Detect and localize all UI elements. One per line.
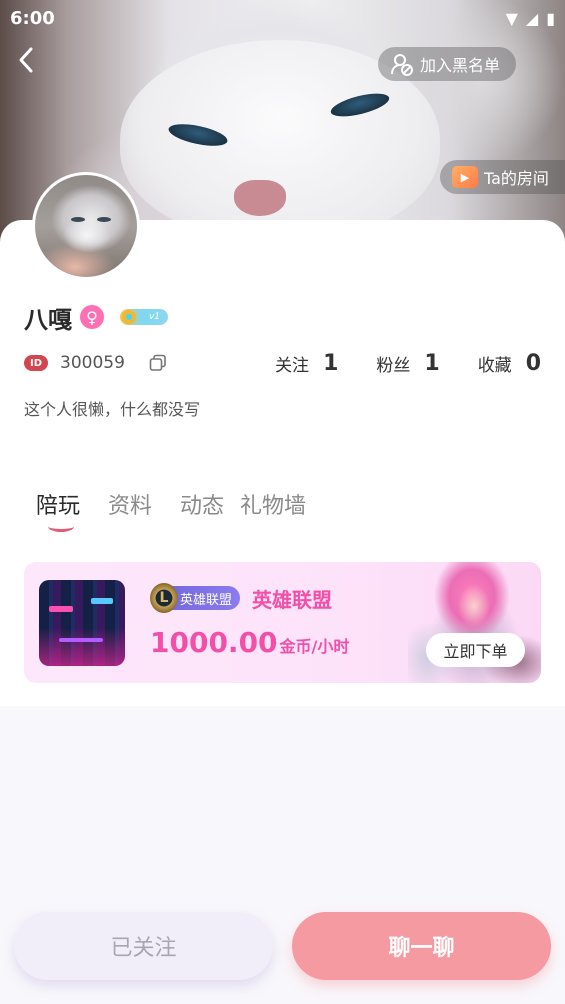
thumbnail-neon-1: [49, 606, 73, 612]
female-icon: ♀: [80, 305, 104, 329]
tab-gift-wall[interactable]: 礼物墙: [240, 488, 306, 520]
stat-value: 1: [424, 350, 440, 376]
profile-tabs: 陪玩 资料 动态 礼物墙: [36, 488, 334, 532]
user-block-icon: [391, 54, 413, 76]
thumbnail-neon-2: [91, 598, 113, 604]
avatar-cat-eye-right: [97, 217, 111, 222]
id-badge: ID: [24, 355, 48, 371]
stat-label: 粉丝: [376, 355, 411, 376]
price-unit: 金币/小时: [279, 637, 350, 656]
game-tag-label: 英雄联盟: [180, 592, 233, 608]
status-time: 6:00: [10, 7, 55, 29]
service-card[interactable]: L 英雄联盟 英雄联盟 1000.00 金币/小时 立即下单: [24, 562, 541, 683]
signal-icon: ◢: [525, 8, 539, 28]
stat-fans[interactable]: 粉丝 1: [376, 351, 439, 376]
ta-room-button[interactable]: ▶ Ta的房间: [440, 160, 565, 194]
user-id: 300059: [60, 353, 125, 373]
game-thumbnail: [39, 580, 125, 666]
stat-following[interactable]: 关注 1: [275, 351, 338, 376]
back-button[interactable]: [8, 40, 44, 80]
cover-cat-nose: [234, 180, 286, 216]
follow-button[interactable]: 已关注: [14, 912, 273, 980]
live-room-icon: ▶: [452, 166, 478, 188]
chevron-left-icon: [19, 47, 33, 73]
wifi-icon: ▼: [505, 8, 518, 28]
status-bar: 6:00 ▼ ◢ ▮: [0, 0, 565, 36]
stat-label: 关注: [275, 355, 310, 376]
game-tag: L 英雄联盟: [150, 583, 241, 613]
stat-value: 0: [525, 350, 541, 376]
avatar[interactable]: [32, 172, 140, 280]
stat-value: 1: [323, 350, 339, 376]
tab-profile-info[interactable]: 资料: [108, 488, 152, 520]
tab-moments[interactable]: 动态: [180, 488, 224, 520]
vip-level-badge: v1: [120, 309, 168, 325]
user-bio: 这个人很懒，什么都没写: [24, 400, 201, 419]
id-row: ID 300059: [24, 350, 167, 376]
user-name: 八嘎: [24, 305, 72, 334]
name-row: 八嘎 ♀ v1: [24, 300, 168, 334]
status-icons: ▼ ◢ ▮: [506, 9, 555, 28]
game-name: 英雄联盟: [252, 588, 332, 612]
thumbnail-neon-3: [59, 638, 103, 642]
order-now-button[interactable]: 立即下单: [426, 633, 525, 667]
tab-companion[interactable]: 陪玩: [36, 488, 80, 532]
stat-favorites[interactable]: 收藏 0: [478, 351, 541, 376]
avatar-cat-eye-left: [71, 217, 85, 222]
battery-icon: ▮: [546, 8, 555, 28]
copy-icon[interactable]: [149, 354, 167, 372]
add-to-blacklist-button[interactable]: 加入黑名单: [378, 47, 516, 81]
chat-button[interactable]: 聊一聊: [292, 912, 551, 980]
blacklist-label: 加入黑名单: [420, 56, 501, 75]
stat-label: 收藏: [477, 355, 512, 376]
price-row: 1000.00 金币/小时: [150, 626, 349, 659]
room-label: Ta的房间: [484, 169, 549, 188]
price-value: 1000.00: [150, 626, 278, 659]
stats-row: 关注 1 粉丝 1 收藏 0: [237, 348, 541, 378]
league-logo-icon: L: [150, 583, 178, 613]
